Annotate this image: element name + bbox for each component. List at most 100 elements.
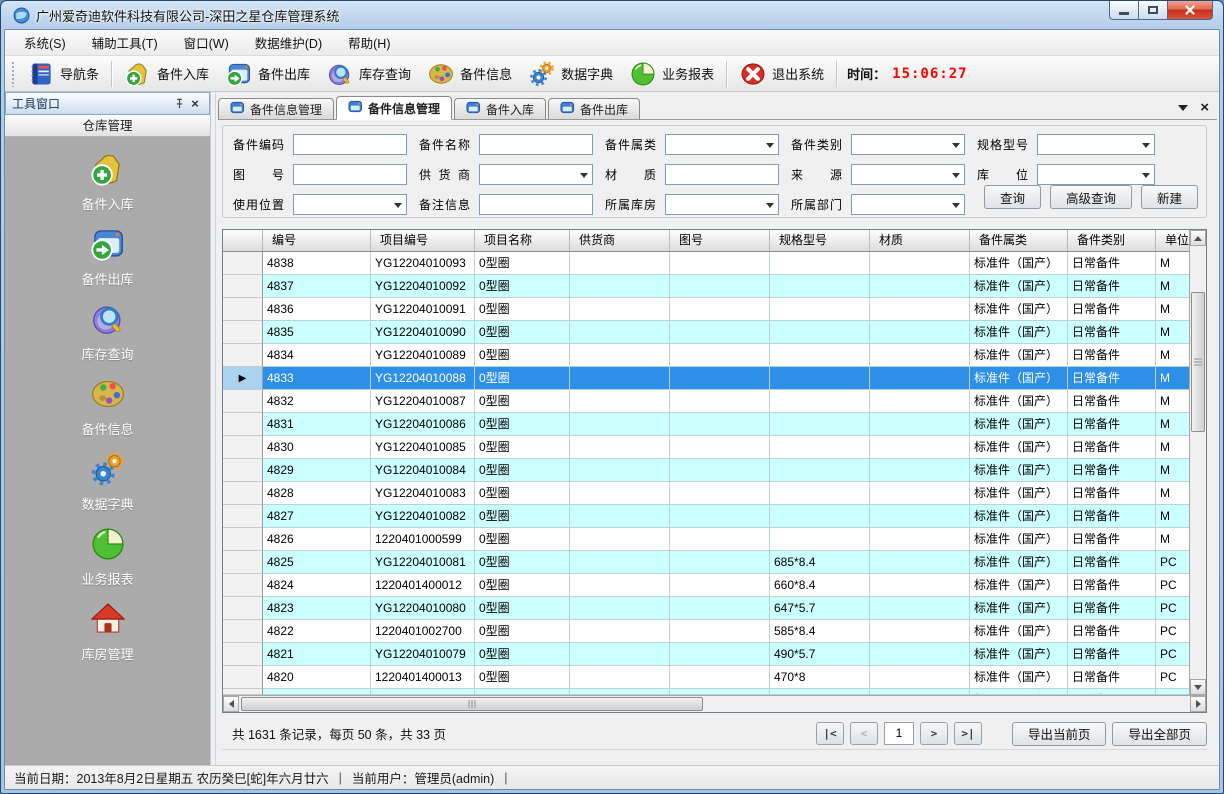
query-button[interactable]: 查询 (984, 185, 1041, 209)
remark-field[interactable] (479, 194, 593, 215)
export-all-pages-button[interactable]: 导出全部页 (1112, 722, 1207, 746)
menu-window[interactable]: 窗口(W) (171, 30, 242, 55)
sidebar-item-parts-outbound[interactable]: 备件出库 (33, 225, 183, 300)
sidebar-item-business-report[interactable]: 业务报表 (33, 525, 183, 600)
table-row[interactable]: 4831YG122040100860型圈标准件（国产）日常备件M (223, 413, 1189, 436)
supplier-select[interactable] (479, 164, 593, 185)
table-row[interactable]: 4828YG122040100830型圈标准件（国产）日常备件M (223, 482, 1189, 505)
sidebar-item-parts-info[interactable]: 备件信息 (33, 375, 183, 450)
row-selector-cell[interactable] (223, 666, 263, 689)
table-row[interactable]: 4829YG122040100840型圈标准件（国产）日常备件M (223, 459, 1189, 482)
horizontal-scrollbar[interactable] (223, 695, 1206, 712)
maximize-button[interactable] (1139, 1, 1168, 20)
row-selector-cell[interactable]: ▶ (223, 367, 263, 390)
usage-position-select[interactable] (293, 194, 407, 215)
row-selector-cell[interactable] (223, 436, 263, 459)
row-selector-cell[interactable] (223, 620, 263, 643)
source-select[interactable] (851, 164, 965, 185)
row-selector-cell[interactable] (223, 597, 263, 620)
sidebar-section-header[interactable]: 仓库管理 (5, 115, 210, 137)
table-row[interactable]: 4830YG122040100850型圈标准件（国产）日常备件M (223, 436, 1189, 459)
tab-close-icon[interactable]: × (1200, 100, 1209, 115)
table-row[interactable]: 4837YG122040100920型圈标准件（国产）日常备件M (223, 275, 1189, 298)
row-selector-cell[interactable] (223, 574, 263, 597)
business-report-button[interactable]: 业务报表 (621, 58, 722, 90)
table-row[interactable]: 482412204014000120型圈660*8.4标准件（国产）日常备件PC (223, 574, 1189, 597)
sidebar-item-warehouse-management[interactable]: 库房管理 (33, 600, 183, 675)
table-row[interactable]: 4835YG122040100900型圈标准件（国产）日常备件M (223, 321, 1189, 344)
table-row[interactable]: 4838YG122040100930型圈标准件（国产）日常备件M (223, 252, 1189, 275)
column-header[interactable]: 图号 (670, 230, 770, 251)
new-button[interactable]: 新建 (1141, 185, 1198, 209)
column-header[interactable]: 备件类别 (1068, 230, 1156, 251)
column-header[interactable]: 编号 (263, 230, 371, 251)
menu-system[interactable]: 系统(S) (11, 30, 79, 55)
exit-system-button[interactable]: 退出系统 (731, 58, 832, 90)
scroll-up-arrow-icon[interactable] (1190, 230, 1206, 246)
part-category-select[interactable] (851, 134, 965, 155)
table-row[interactable]: 4836YG122040100910型圈标准件（国产）日常备件M (223, 298, 1189, 321)
vertical-scrollbar[interactable] (1189, 230, 1206, 695)
data-dictionary-button[interactable]: 数据字典 (520, 58, 621, 90)
row-selector-cell[interactable] (223, 390, 263, 413)
row-selector-cell[interactable] (223, 505, 263, 528)
row-selector-cell[interactable] (223, 298, 263, 321)
drawing-no-field[interactable] (293, 164, 407, 185)
table-row[interactable]: 4834YG122040100890型圈标准件（国产）日常备件M (223, 344, 1189, 367)
advanced-query-button[interactable]: 高级查询 (1050, 185, 1132, 209)
table-row[interactable]: 4825YG122040100810型圈685*8.4标准件（国产）日常备件PC (223, 551, 1189, 574)
table-row[interactable]: 4823YG122040100800型圈647*5.7标准件（国产）日常备件PC (223, 597, 1189, 620)
table-row[interactable]: 4832YG122040100870型圈标准件（国产）日常备件M (223, 390, 1189, 413)
row-selector-cell[interactable] (223, 275, 263, 298)
row-selector-cell[interactable] (223, 344, 263, 367)
tab-parts-info-management-2[interactable]: 备件信息管理 (336, 96, 452, 120)
tab-parts-outbound[interactable]: 备件出库 (548, 98, 640, 119)
part-name-field[interactable] (479, 134, 593, 155)
close-button[interactable] (1168, 1, 1213, 20)
toolbar-grip-handle[interactable] (11, 61, 16, 87)
row-selector-cell[interactable] (223, 321, 263, 344)
menu-aux-tools[interactable]: 辅助工具(T) (79, 30, 171, 55)
column-header[interactable]: 备件属类 (970, 230, 1068, 251)
part-code-field[interactable] (293, 134, 407, 155)
spec-model-select[interactable] (1037, 134, 1155, 155)
warehouse-select[interactable] (665, 194, 779, 215)
table-row[interactable]: 482012204014000130型圈470*8标准件（国产）日常备件PC (223, 666, 1189, 689)
table-row[interactable]: 4821YG122040100790型圈490*5.7标准件（国产）日常备件PC (223, 643, 1189, 666)
department-select[interactable] (851, 194, 965, 215)
row-selector-cell[interactable] (223, 413, 263, 436)
tab-parts-info-management-1[interactable]: 备件信息管理 (218, 98, 334, 119)
table-row[interactable]: 482612204010005990型圈标准件（国产）日常备件M (223, 528, 1189, 551)
tab-parts-inbound[interactable]: 备件入库 (454, 98, 546, 119)
parts-inbound-button[interactable]: 备件入库 (116, 58, 217, 90)
column-header[interactable]: 供货商 (570, 230, 670, 251)
parts-info-button[interactable]: 备件信息 (419, 58, 520, 90)
vertical-scrollbar-thumb[interactable] (1191, 292, 1205, 432)
column-header[interactable]: 项目编号 (371, 230, 475, 251)
prev-page-button[interactable]: < (850, 722, 878, 745)
navbar-button[interactable]: 导航条 (19, 58, 107, 90)
column-header[interactable]: 项目名称 (475, 230, 570, 251)
last-page-button[interactable]: >| (954, 722, 982, 745)
menu-data-maintenance[interactable]: 数据维护(D) (242, 30, 335, 55)
row-selector-cell[interactable] (223, 482, 263, 505)
menu-help[interactable]: 帮助(H) (335, 30, 403, 55)
row-selector-cell[interactable] (223, 643, 263, 666)
column-header[interactable]: 材质 (870, 230, 970, 251)
horizontal-scrollbar-thumb[interactable] (241, 697, 703, 711)
scroll-right-arrow-icon[interactable] (1190, 696, 1206, 712)
inventory-query-button[interactable]: 库存查询 (318, 58, 419, 90)
minimize-button[interactable] (1109, 1, 1139, 20)
scroll-down-arrow-icon[interactable] (1190, 679, 1206, 695)
pin-icon[interactable] (171, 96, 187, 112)
next-page-button[interactable]: > (920, 722, 948, 745)
sidebar-item-data-dictionary[interactable]: 数据字典 (33, 450, 183, 525)
export-current-page-button[interactable]: 导出当前页 (1012, 722, 1107, 746)
current-page-box[interactable]: 1 (884, 722, 914, 745)
stock-location-select[interactable] (1037, 164, 1155, 185)
sidebar-item-inventory-query[interactable]: 库存查询 (33, 300, 183, 375)
sidebar-item-parts-inbound[interactable]: 备件入库 (33, 150, 183, 225)
material-field[interactable] (665, 164, 779, 185)
part-genus-select[interactable] (665, 134, 779, 155)
row-selector-cell[interactable] (223, 528, 263, 551)
